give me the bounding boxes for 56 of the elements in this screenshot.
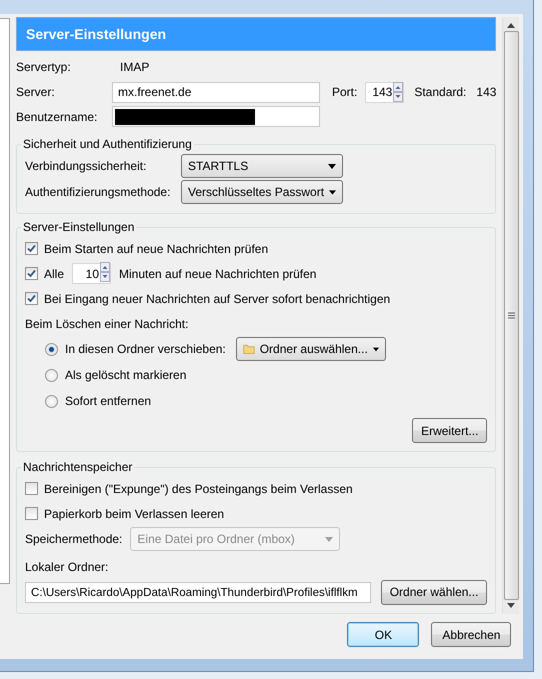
dropdown[interactable]: STARTTLS (181, 154, 343, 178)
field-label: Port: (332, 85, 358, 99)
field-label: Benutzername: (16, 110, 98, 124)
radio-button[interactable] (45, 342, 58, 356)
advanced-button[interactable]: Erweitert... (412, 418, 488, 444)
field-label: Standard: (414, 85, 466, 99)
radio-label: Als gelöscht markieren (65, 368, 186, 382)
page-title: Server-Einstellungen (16, 17, 496, 51)
scroll-thumb[interactable] (504, 31, 519, 600)
choose-folder-button[interactable]: Ordner wählen... (380, 580, 488, 605)
scrollbar[interactable] (502, 17, 520, 614)
checkbox-label: Papierkorb beim Verlassen leeren (44, 506, 224, 521)
checkbox[interactable] (25, 482, 38, 496)
radio-button[interactable] (45, 368, 58, 382)
dialog-button[interactable]: Abbrechen (431, 622, 512, 647)
scroll-up-icon[interactable] (507, 23, 516, 28)
checkbox-label: Bei Eingang neuer Nachrichten auf Server sofort benachrichtigen (44, 292, 390, 306)
checkbox[interactable] (25, 267, 38, 280)
scroll-down-icon[interactable] (507, 603, 516, 608)
field-label: Servertyp: (16, 60, 72, 74)
checkbox-label: Bereinigen ("Expunge") des Posteingangs beim Verlassen (44, 482, 353, 496)
server-field[interactable]: mx.freenet.de (112, 82, 320, 102)
radio-button[interactable] (45, 394, 58, 408)
checkbox-label: Beim Starten auf neue Nachrichten prüfen (44, 242, 268, 256)
field-label: Server: (16, 85, 56, 99)
folder-path-field[interactable]: C:\Users\Ricardo\AppData\Roaming\Thunderbird\Profiles\iflflkm (25, 582, 371, 603)
section-label: Beim Löschen einer Nachricht: (25, 316, 188, 331)
field-label: Verbindungssicherheit: (25, 159, 148, 174)
group-title: Server-Einstellungen (22, 220, 136, 234)
group-title: Sicherheit und Authentifizierung (22, 137, 193, 152)
group-title: Nachrichtenspeicher (22, 460, 134, 474)
caret-icon (328, 164, 336, 169)
dialog-button[interactable]: OK (347, 622, 420, 647)
dropdown[interactable]: Ordner auswählen... (236, 337, 386, 362)
dropdown[interactable]: Verschlüsseltes Passwort (181, 180, 343, 204)
caret-icon (372, 346, 379, 352)
number-field[interactable]: 10 (72, 263, 112, 284)
default-port-value: 143 (476, 85, 496, 99)
caret-icon (325, 536, 334, 542)
field-label: Lokaler Ordner: (25, 560, 108, 574)
spin-arrows-icon[interactable] (100, 262, 110, 282)
interval-label: Minuten auf neue Nachrichten prüfen (119, 266, 316, 281)
spin-arrows-icon[interactable] (393, 82, 404, 102)
username-field[interactable] (112, 106, 320, 128)
checkbox-label: Alle (44, 266, 64, 281)
port-field[interactable]: 143 (365, 82, 404, 102)
field-label: Speichermethode: (25, 532, 122, 546)
radio-label: Sofort entfernen (65, 394, 152, 408)
grip-icon (508, 312, 515, 319)
field-label: Authentifizierungsmethode: (25, 185, 172, 200)
server-type-value: IMAP (120, 60, 150, 74)
checkbox[interactable] (25, 292, 38, 306)
checkbox[interactable] (25, 242, 38, 256)
radio-label: In diesen Ordner verschieben: (65, 342, 226, 356)
checkbox[interactable] (25, 507, 38, 520)
caret-icon (329, 190, 336, 195)
